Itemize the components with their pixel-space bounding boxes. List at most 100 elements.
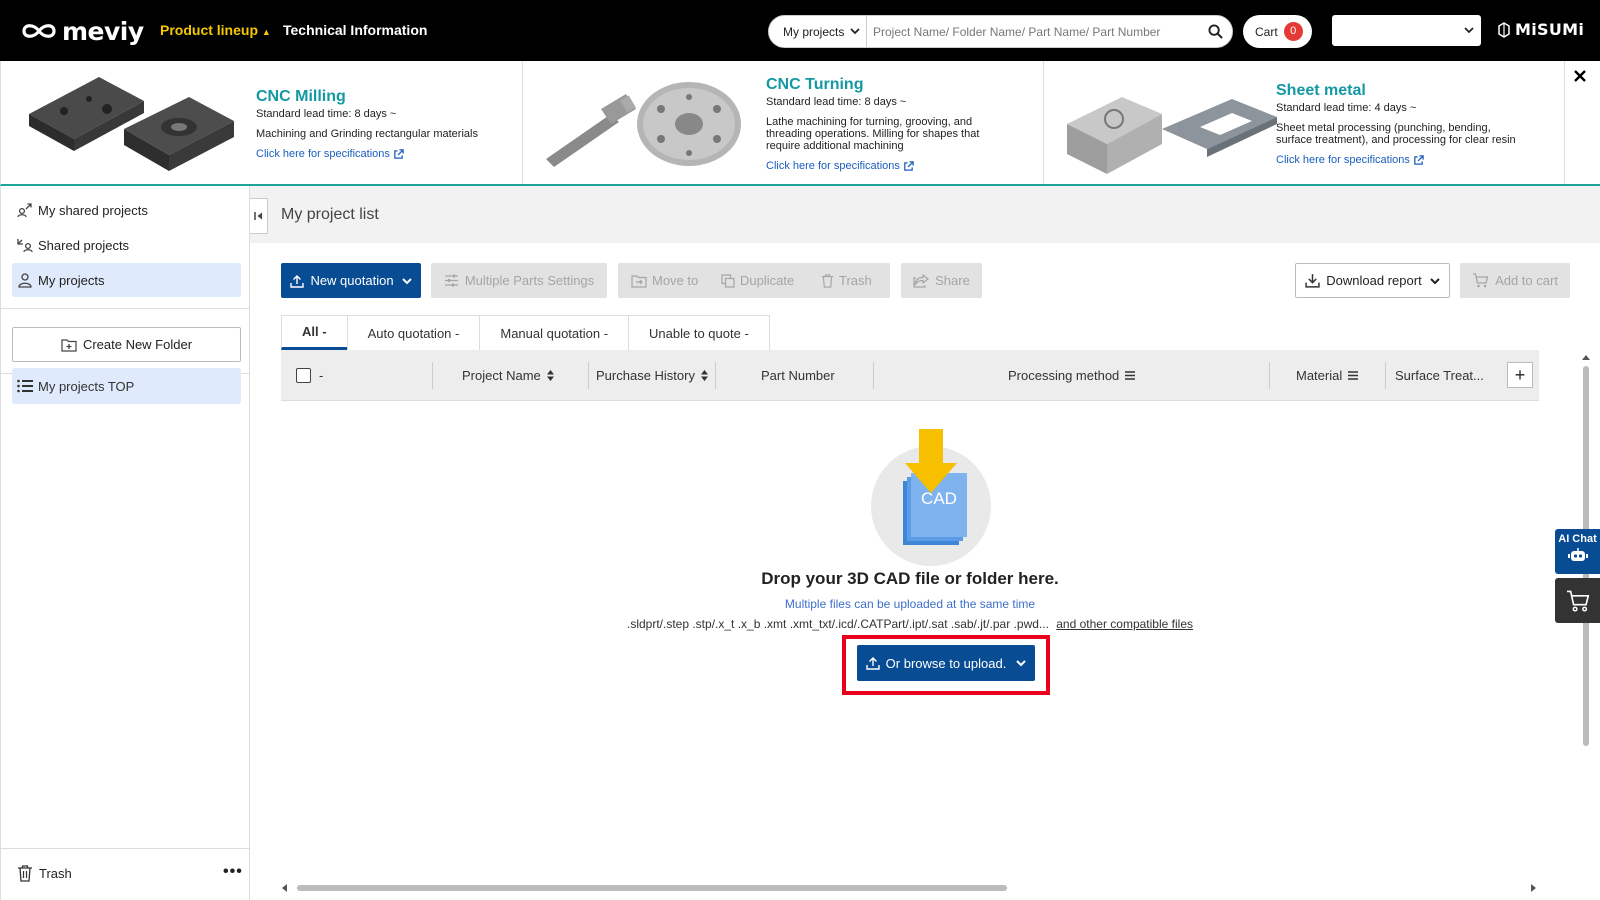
column-project-name[interactable]: Project Name — [462, 350, 554, 401]
trash-icon — [18, 865, 32, 882]
external-link-icon — [1414, 154, 1424, 165]
column-label: Project Name — [462, 368, 541, 383]
external-link-icon — [904, 160, 914, 171]
tab-unable-to-quote[interactable]: Unable to quote - — [628, 315, 770, 350]
sidebar-item-my-projects-top[interactable]: My projects TOP — [12, 368, 241, 404]
misumi-logo[interactable]: MiSUMi — [1496, 20, 1584, 39]
duplicate-icon — [721, 273, 735, 288]
download-report-label: Download report — [1326, 273, 1422, 288]
banner-description: Sheet metal processing (punching, bendin… — [1276, 122, 1516, 146]
banner-description: Machining and Grinding rectangular mater… — [256, 128, 478, 140]
scroll-up-icon[interactable] — [1582, 354, 1590, 362]
filter-menu-icon — [1125, 371, 1136, 380]
duplicate-button[interactable]: Duplicate — [721, 263, 794, 298]
column-separator — [1385, 362, 1386, 389]
cad-drop-zone[interactable]: CAD Drop your 3D CAD file or folder here… — [281, 401, 1539, 871]
column-separator — [715, 362, 716, 389]
title-bar: My project list — [250, 186, 1600, 243]
logo-text: meviy — [62, 16, 144, 46]
create-new-folder-label: Create New Folder — [82, 337, 193, 352]
list-icon — [17, 379, 33, 393]
scroll-right-icon[interactable] — [1529, 884, 1537, 892]
vertical-scrollbar[interactable] — [1580, 354, 1592, 899]
misumi-logo-icon — [1498, 21, 1510, 38]
more-options-button[interactable]: ••• — [223, 863, 243, 881]
search-button[interactable] — [1198, 16, 1232, 47]
banner-card-cnc-milling[interactable]: CNC Milling Standard lead time: 8 days ~… — [1, 61, 523, 184]
banner-text-cnc-turning: CNC Turning Standard lead time: 8 days ~… — [766, 76, 1036, 172]
chevron-down-icon — [1429, 277, 1440, 284]
banner-spec-link[interactable]: Click here for specifications — [1276, 154, 1556, 166]
search-scope-select[interactable]: My projects — [769, 16, 867, 47]
move-to-button[interactable]: Move to — [631, 263, 698, 298]
search-icon — [1207, 24, 1223, 39]
drop-title: Drop your 3D CAD file or folder here. — [761, 569, 1059, 588]
sidebar: My shared projects Shared projects My pr… — [0, 186, 250, 900]
user-icon — [18, 273, 32, 288]
nav-product-lineup-label: Product lineup — [160, 22, 258, 38]
share-button[interactable]: Share — [901, 263, 982, 298]
sheet-metal-parts-image — [1067, 97, 1277, 174]
meviy-logo-icon — [22, 24, 56, 38]
cart-icon — [1566, 590, 1589, 612]
nav-product-lineup[interactable]: Product lineup ▲ — [160, 22, 271, 38]
banner-spec-link-label: Click here for specifications — [256, 148, 390, 160]
ai-chat-button[interactable]: AI Chat — [1555, 529, 1600, 574]
multiple-parts-settings-button[interactable]: Multiple Parts Settings — [431, 263, 607, 298]
compatible-files-link[interactable]: and other compatible files — [1056, 617, 1193, 631]
horizontal-scroll-thumb[interactable] — [297, 885, 1007, 891]
column-material[interactable]: Material — [1296, 350, 1359, 401]
close-banner-button[interactable] — [1573, 68, 1587, 86]
share-label: Share — [935, 273, 970, 288]
language-select[interactable] — [1332, 15, 1481, 46]
banner-spec-link[interactable]: Click here for specifications — [256, 148, 516, 160]
tab-auto-quotation[interactable]: Auto quotation - — [346, 315, 481, 350]
banner-text-cnc-milling: CNC Milling Standard lead time: 8 days ~… — [256, 88, 516, 160]
column-part-number[interactable]: Part Number — [761, 350, 835, 401]
select-all-checkbox[interactable] — [296, 368, 311, 383]
collapse-sidebar-button[interactable] — [250, 198, 268, 234]
sidebar-item-shared-projects[interactable]: Shared projects — [12, 228, 241, 262]
select-all: - — [296, 350, 323, 401]
sidebar-trash-label: Trash — [39, 866, 72, 881]
search-bar: My projects — [768, 15, 1233, 48]
sidebar-item-my-shared-projects[interactable]: My shared projects — [12, 193, 241, 227]
floating-cart-button[interactable] — [1555, 578, 1600, 623]
cart-icon — [1473, 273, 1489, 288]
column-label: Processing method — [1008, 368, 1120, 383]
select-all-label: - — [319, 368, 324, 383]
cart-button[interactable]: Cart 0 — [1243, 15, 1312, 48]
banner-spec-link-label: Click here for specifications — [1276, 154, 1410, 166]
sidebar-item-my-projects[interactable]: My projects — [12, 263, 241, 297]
add-to-cart-button[interactable]: Add to cart — [1460, 263, 1570, 298]
sort-icon — [546, 370, 554, 381]
cart-label: Cart — [1255, 24, 1278, 39]
nav-technical-information[interactable]: Technical Information — [283, 22, 427, 38]
banner-spec-link[interactable]: Click here for specifications — [766, 160, 1036, 172]
trash-button[interactable]: Trash — [821, 263, 872, 298]
project-table-header: - Project Name Purchase History Part Num… — [281, 350, 1539, 401]
search-input[interactable] — [867, 16, 1198, 47]
column-separator — [1269, 362, 1270, 389]
tab-all[interactable]: All - — [281, 315, 348, 350]
tab-manual-quotation[interactable]: Manual quotation - — [479, 315, 630, 350]
download-report-button[interactable]: Download report — [1295, 263, 1450, 298]
add-column-button[interactable]: + — [1507, 362, 1533, 388]
banner-title: CNC Turning — [766, 76, 864, 93]
meviy-logo[interactable]: meviy — [20, 14, 144, 48]
horizontal-scrollbar[interactable] — [281, 882, 1539, 894]
new-quotation-button[interactable]: New quotation — [281, 263, 421, 298]
banner-card-sheet-metal[interactable]: Sheet metal Standard lead time: 4 days ~… — [1044, 61, 1565, 184]
column-purchase-history[interactable]: Purchase History — [596, 350, 708, 401]
upload-icon — [865, 657, 880, 670]
filter-menu-icon — [1348, 371, 1359, 380]
cnc-milling-parts-image — [29, 77, 234, 171]
scroll-left-icon[interactable] — [281, 884, 289, 892]
browse-upload-button[interactable]: Or browse to upload. — [857, 645, 1035, 681]
column-surface-treatment[interactable]: Surface Treat... — [1395, 350, 1484, 401]
banner-card-cnc-turning[interactable]: CNC Turning Standard lead time: 8 days ~… — [523, 61, 1044, 184]
sort-icon — [700, 370, 708, 381]
create-new-folder-button[interactable]: Create New Folder — [12, 327, 241, 362]
sidebar-trash[interactable]: Trash — [17, 865, 72, 882]
column-processing-method[interactable]: Processing method — [1008, 350, 1136, 401]
